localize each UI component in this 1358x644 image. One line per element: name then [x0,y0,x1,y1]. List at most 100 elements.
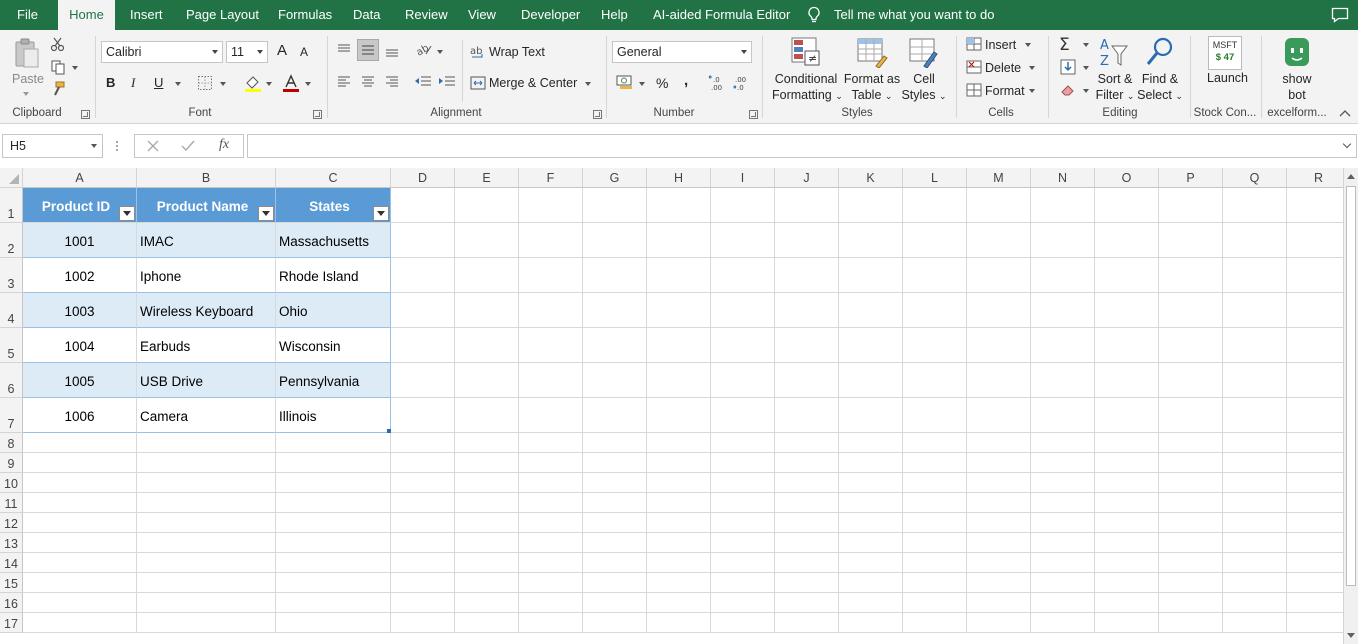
align-middle-button[interactable] [357,39,379,61]
cell-n9[interactable] [1031,453,1095,473]
cell-q5[interactable] [1223,328,1287,363]
cell-g3[interactable] [583,258,647,293]
cell-h17[interactable] [647,613,711,633]
row-header-4[interactable]: 4 [0,293,23,328]
cell-m6[interactable] [967,363,1031,398]
cell-l1[interactable] [903,188,967,223]
cell-p3[interactable] [1159,258,1223,293]
cell-g8[interactable] [583,433,647,453]
cell-q17[interactable] [1223,613,1287,633]
cell-o12[interactable] [1095,513,1159,533]
cell-q6[interactable] [1223,363,1287,398]
column-header-a[interactable]: A [23,168,137,188]
sort-filter-button[interactable]: Sort & Filter ⌄ [1092,71,1138,104]
cell-o7[interactable] [1095,398,1159,433]
column-header-k[interactable]: K [839,168,903,188]
formula-input[interactable] [247,134,1357,158]
cell-h13[interactable] [647,533,711,553]
align-right-button[interactable] [384,74,400,90]
cell-i2[interactable] [711,223,775,258]
table-cell[interactable]: 1001 [23,223,137,258]
italic-button[interactable]: I [131,75,135,91]
cell-m15[interactable] [967,573,1031,593]
cell-n7[interactable] [1031,398,1095,433]
cell-g4[interactable] [583,293,647,328]
cell-g15[interactable] [583,573,647,593]
cell-c16[interactable] [276,593,391,613]
cell-d3[interactable] [391,258,455,293]
cell-b13[interactable] [137,533,276,553]
cell-k11[interactable] [839,493,903,513]
format-as-table-button[interactable]: Format as Table ⌄ [842,71,902,104]
row-header-16[interactable]: 16 [0,593,23,613]
cell-h16[interactable] [647,593,711,613]
cell-a13[interactable] [23,533,137,553]
cell-f9[interactable] [519,453,583,473]
column-header-j[interactable]: J [775,168,839,188]
tab-data[interactable]: Data [353,0,380,30]
cell-n12[interactable] [1031,513,1095,533]
cell-c10[interactable] [276,473,391,493]
insert-cells-dropdown-icon[interactable] [1025,43,1031,47]
cell-i12[interactable] [711,513,775,533]
cell-l16[interactable] [903,593,967,613]
decrease-decimal-button[interactable]: .00 .0 [732,74,750,92]
cell-n8[interactable] [1031,433,1095,453]
cell-g7[interactable] [583,398,647,433]
cell-m8[interactable] [967,433,1031,453]
cell-m4[interactable] [967,293,1031,328]
cell-f6[interactable] [519,363,583,398]
cell-r12[interactable] [1287,513,1343,533]
cell-r4[interactable] [1287,293,1343,328]
cell-f17[interactable] [519,613,583,633]
table-cell[interactable]: USB Drive [137,363,276,398]
tab-insert[interactable]: Insert [130,0,163,30]
cell-k1[interactable] [839,188,903,223]
cell-o8[interactable] [1095,433,1159,453]
cell-e9[interactable] [455,453,519,473]
cell-g12[interactable] [583,513,647,533]
cell-p6[interactable] [1159,363,1223,398]
format-painter-button[interactable] [50,81,66,97]
cell-o16[interactable] [1095,593,1159,613]
cell-r15[interactable] [1287,573,1343,593]
cell-b10[interactable] [137,473,276,493]
cell-k17[interactable] [839,613,903,633]
cell-h5[interactable] [647,328,711,363]
cancel-icon[interactable] [147,140,159,152]
cell-e3[interactable] [455,258,519,293]
worksheet-grid[interactable]: A B C D E F G H I J K L M N O P Q R 1 2 3 4 5 6 7 8 9 10 11 12 13 14 15 1… [0,168,1343,644]
cell-e4[interactable] [455,293,519,328]
cell-l15[interactable] [903,573,967,593]
cell-e6[interactable] [455,363,519,398]
cell-i17[interactable] [711,613,775,633]
cell-n14[interactable] [1031,553,1095,573]
column-header-q[interactable]: Q [1223,168,1287,188]
underline-dropdown-icon[interactable] [175,82,181,86]
cell-f15[interactable] [519,573,583,593]
row-header-12[interactable]: 12 [0,513,23,533]
collapse-ribbon-icon[interactable] [1338,108,1352,118]
cell-d12[interactable] [391,513,455,533]
show-bot-button[interactable]: show bot [1270,71,1324,103]
alignment-launcher-icon[interactable] [593,110,602,119]
row-header-7[interactable]: 7 [0,398,23,433]
cell-l4[interactable] [903,293,967,328]
cell-n17[interactable] [1031,613,1095,633]
cell-q11[interactable] [1223,493,1287,513]
cell-j10[interactable] [775,473,839,493]
scroll-down-icon[interactable] [1347,633,1355,638]
cell-m17[interactable] [967,613,1031,633]
cell-h15[interactable] [647,573,711,593]
cell-m2[interactable] [967,223,1031,258]
cell-a12[interactable] [23,513,137,533]
cell-q1[interactable] [1223,188,1287,223]
increase-decimal-button[interactable]: .0 .00 [708,74,726,92]
cell-j4[interactable] [775,293,839,328]
clear-button[interactable] [1060,82,1076,98]
cell-f1[interactable] [519,188,583,223]
cell-a9[interactable] [23,453,137,473]
cell-g6[interactable] [583,363,647,398]
column-header-m[interactable]: M [967,168,1031,188]
cell-d17[interactable] [391,613,455,633]
